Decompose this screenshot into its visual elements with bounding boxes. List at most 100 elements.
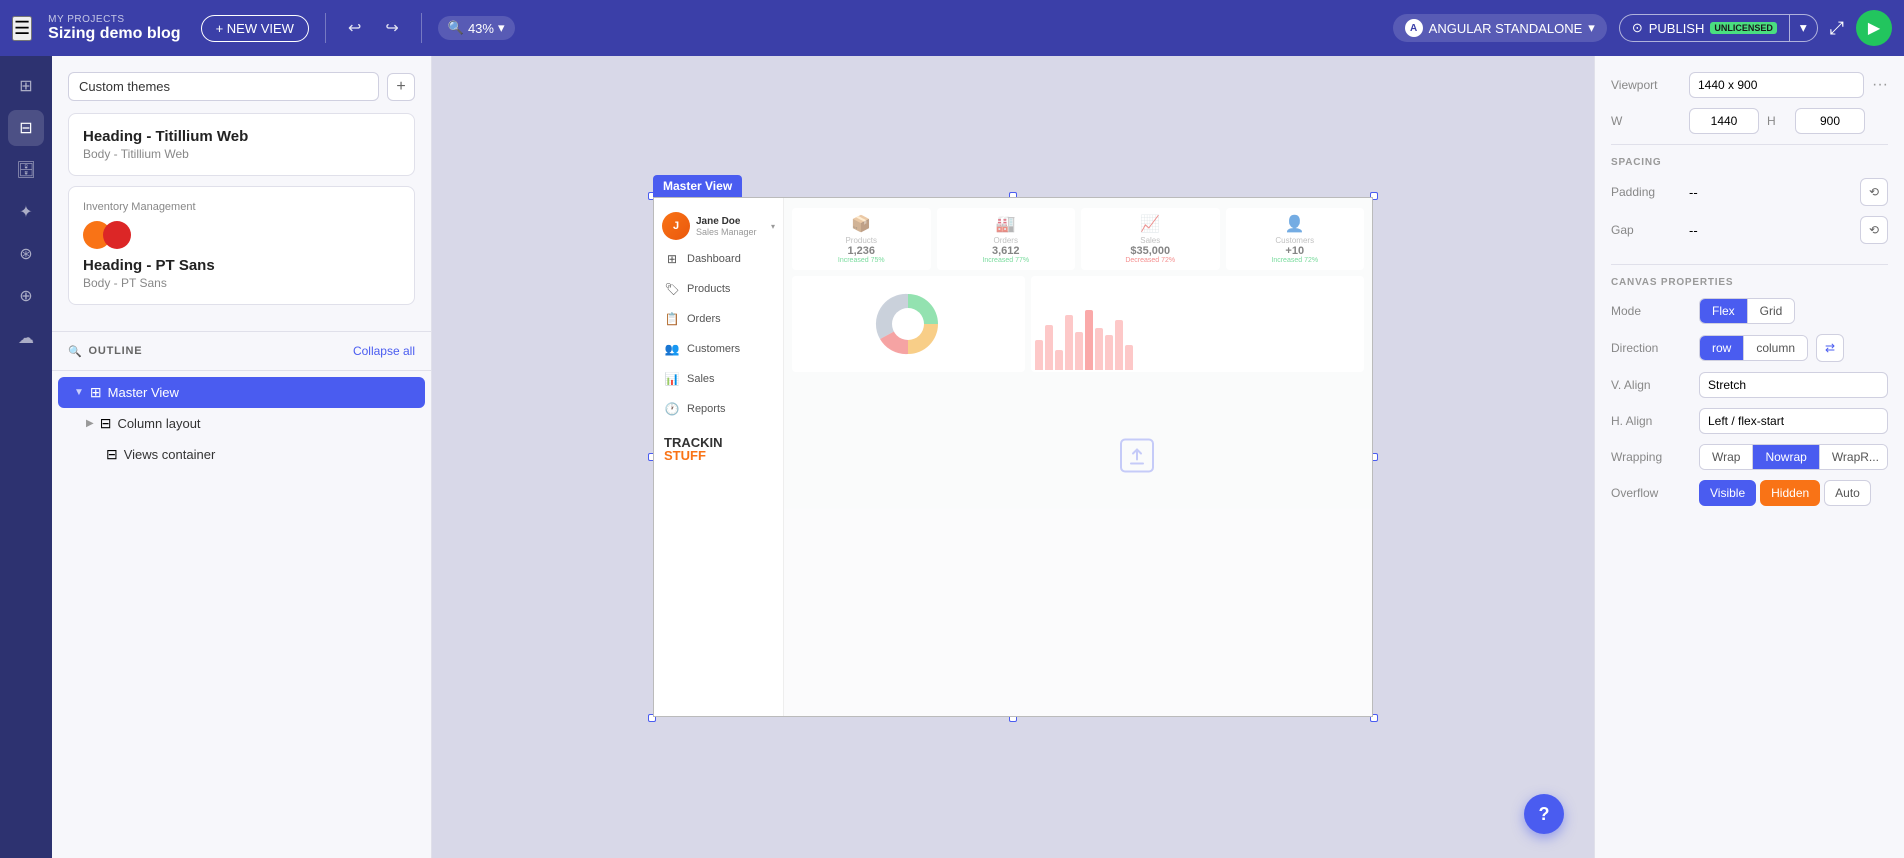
nav-label-customers: Customers (687, 343, 740, 355)
search-icon: 🔍 (68, 345, 83, 358)
preview-frame: J Jane Doe Sales Manager ▾ ⊞ Dashboard (653, 197, 1373, 717)
dash-charts (784, 276, 1372, 372)
w-input[interactable] (1689, 108, 1759, 134)
undo-icon-btn[interactable]: ↩ (342, 14, 367, 42)
overflow-hidden-button[interactable]: Hidden (1760, 480, 1820, 506)
grid-button[interactable]: Grid (1747, 299, 1795, 323)
theme-card-2[interactable]: Inventory Management Heading - PT Sans B… (68, 186, 415, 305)
zoom-control[interactable]: 🔍 43% ▾ (438, 16, 515, 40)
stat-products: 📦 Products 1,236 Increased 75% (792, 208, 931, 270)
left-panel: Custom themes + Heading - Titillium Web … (52, 56, 432, 858)
wrapr-button[interactable]: WrapR... (1819, 445, 1888, 469)
views-container-icon: ⊟ (106, 446, 118, 463)
overflow-visible-button[interactable]: Visible (1699, 480, 1756, 506)
redo-icon-btn[interactable]: ↪ (379, 14, 404, 42)
rail-settings-btn[interactable]: ☁ (8, 320, 44, 356)
stat-orders-change: Increased 77% (943, 257, 1070, 264)
publish-github-icon: ⊙ (1632, 20, 1643, 36)
stat-products-icon: 📦 (798, 214, 925, 234)
rail-components-btn[interactable]: ⊟ (8, 110, 44, 146)
w-label: W (1611, 114, 1681, 128)
themes-select[interactable]: Custom themes (68, 72, 379, 101)
padding-row: Padding -- ⟲ (1611, 178, 1888, 206)
outline-item-column-layout[interactable]: ▶ ⊟ Column layout (58, 408, 425, 439)
direction-row: Direction row column ⇄ (1611, 334, 1888, 362)
nowrap-button[interactable]: Nowrap (1752, 445, 1818, 469)
theme-card-1[interactable]: Heading - Titillium Web Body - Titillium… (68, 113, 415, 176)
outline-item-views-container[interactable]: ⊟ Views container (58, 439, 425, 470)
logo-line2: STUFF (664, 449, 773, 462)
stat-products-value: 1,236 (798, 245, 925, 257)
canvas-properties-section: CANVAS PROPERTIES Mode Flex Grid Directi… (1611, 277, 1888, 506)
column-button[interactable]: column (1743, 336, 1807, 360)
theme-card-2-title: Heading - PT Sans (83, 257, 400, 274)
nav-item-sales[interactable]: 📊 Sales (654, 364, 783, 394)
reports-nav-icon: 🕐 (664, 401, 680, 417)
nav-item-reports[interactable]: 🕐 Reports (654, 394, 783, 424)
publish-button[interactable]: ⊙ PUBLISH UNLICENSED (1619, 14, 1789, 42)
play-button[interactable]: ▶ (1856, 10, 1892, 46)
rail-theme-btn[interactable]: ⊛ (8, 236, 44, 272)
master-view-label: Master View (108, 385, 179, 400)
valign-select[interactable]: Stretch (1699, 372, 1888, 398)
rail-data-btn[interactable]: 🗄 (8, 152, 44, 188)
rail-pages-btn[interactable]: ⊞ (8, 68, 44, 104)
swap-direction-button[interactable]: ⇄ (1816, 334, 1844, 362)
overflow-btn-group: Visible Hidden Auto (1699, 480, 1871, 506)
upload-icon-overlay (1119, 438, 1155, 477)
padding-value: -- (1689, 185, 1852, 200)
themes-add-button[interactable]: + (387, 73, 415, 101)
publish-dropdown-button[interactable]: ▾ (1789, 14, 1818, 42)
share-button[interactable]: ⤢ (1830, 18, 1844, 39)
framework-icon: A (1405, 19, 1423, 37)
halign-select[interactable]: Left / flex-start (1699, 408, 1888, 434)
viewport-more-button[interactable]: ··· (1872, 76, 1888, 94)
bar-1 (1035, 340, 1043, 370)
upload-icon-svg (1119, 438, 1155, 474)
nav-item-dashboard[interactable]: ⊞ Dashboard (654, 244, 783, 274)
divider (325, 13, 326, 43)
spacing-title: SPACING (1611, 157, 1888, 168)
overflow-auto-button[interactable]: Auto (1824, 480, 1871, 506)
theme-card-1-title: Heading - Titillium Web (83, 128, 400, 145)
nav-label-products: Products (687, 283, 730, 295)
collapse-all-button[interactable]: Collapse all (353, 344, 415, 358)
overflow-label: Overflow (1611, 486, 1691, 500)
publish-area: ⊙ PUBLISH UNLICENSED ▾ (1619, 14, 1818, 42)
nav-label-dashboard: Dashboard (687, 253, 741, 265)
outline-item-master-view[interactable]: ▼ ⊞ Master View (58, 377, 425, 408)
rail-plugins-btn[interactable]: ⊕ (8, 278, 44, 314)
nav-label-reports: Reports (687, 403, 726, 415)
rail-interactions-btn[interactable]: ✦ (8, 194, 44, 230)
outline-header: 🔍 OUTLINE Collapse all (52, 332, 431, 371)
stat-customers-change: Increased 72% (1232, 257, 1359, 264)
nav-item-orders[interactable]: 📋 Orders (654, 304, 783, 334)
menu-icon-btn[interactable]: ☰ (12, 16, 32, 41)
padding-link-button[interactable]: ⟲ (1860, 178, 1888, 206)
canvas-area[interactable]: Master View J Jane Doe Sales Manager ▾ (432, 56, 1594, 858)
stat-products-label: Products (798, 236, 925, 245)
wrap-button[interactable]: Wrap (1700, 445, 1752, 469)
nav-item-products[interactable]: 🏷 Products (654, 274, 783, 304)
master-view-tag: Master View (653, 175, 742, 197)
gap-link-button[interactable]: ⟲ (1860, 216, 1888, 244)
new-view-button[interactable]: + NEW VIEW (201, 15, 309, 42)
framework-selector[interactable]: A ANGULAR STANDALONE ▾ (1393, 14, 1607, 42)
icon-rail: ⊞ ⊟ 🗄 ✦ ⊛ ⊕ ☁ (0, 56, 52, 858)
stat-orders-label: Orders (943, 236, 1070, 245)
nav-item-customers[interactable]: 👥 Customers (654, 334, 783, 364)
row-button[interactable]: row (1700, 336, 1743, 360)
valign-row: V. Align Stretch (1611, 372, 1888, 398)
viewport-row: Viewport 1440 x 900 ··· (1611, 72, 1888, 98)
viewport-select[interactable]: 1440 x 900 (1689, 72, 1864, 98)
h-input[interactable] (1795, 108, 1865, 134)
mode-label: Mode (1611, 304, 1691, 318)
theme-card-2-label: Inventory Management (83, 201, 400, 213)
help-button[interactable]: ? (1524, 794, 1564, 834)
bar-3 (1055, 350, 1063, 370)
bar-9 (1115, 320, 1123, 370)
orders-nav-icon: 📋 (664, 311, 680, 327)
project-name-label: Sizing demo blog (48, 25, 180, 43)
flex-button[interactable]: Flex (1700, 299, 1747, 323)
bar-4 (1065, 315, 1073, 370)
